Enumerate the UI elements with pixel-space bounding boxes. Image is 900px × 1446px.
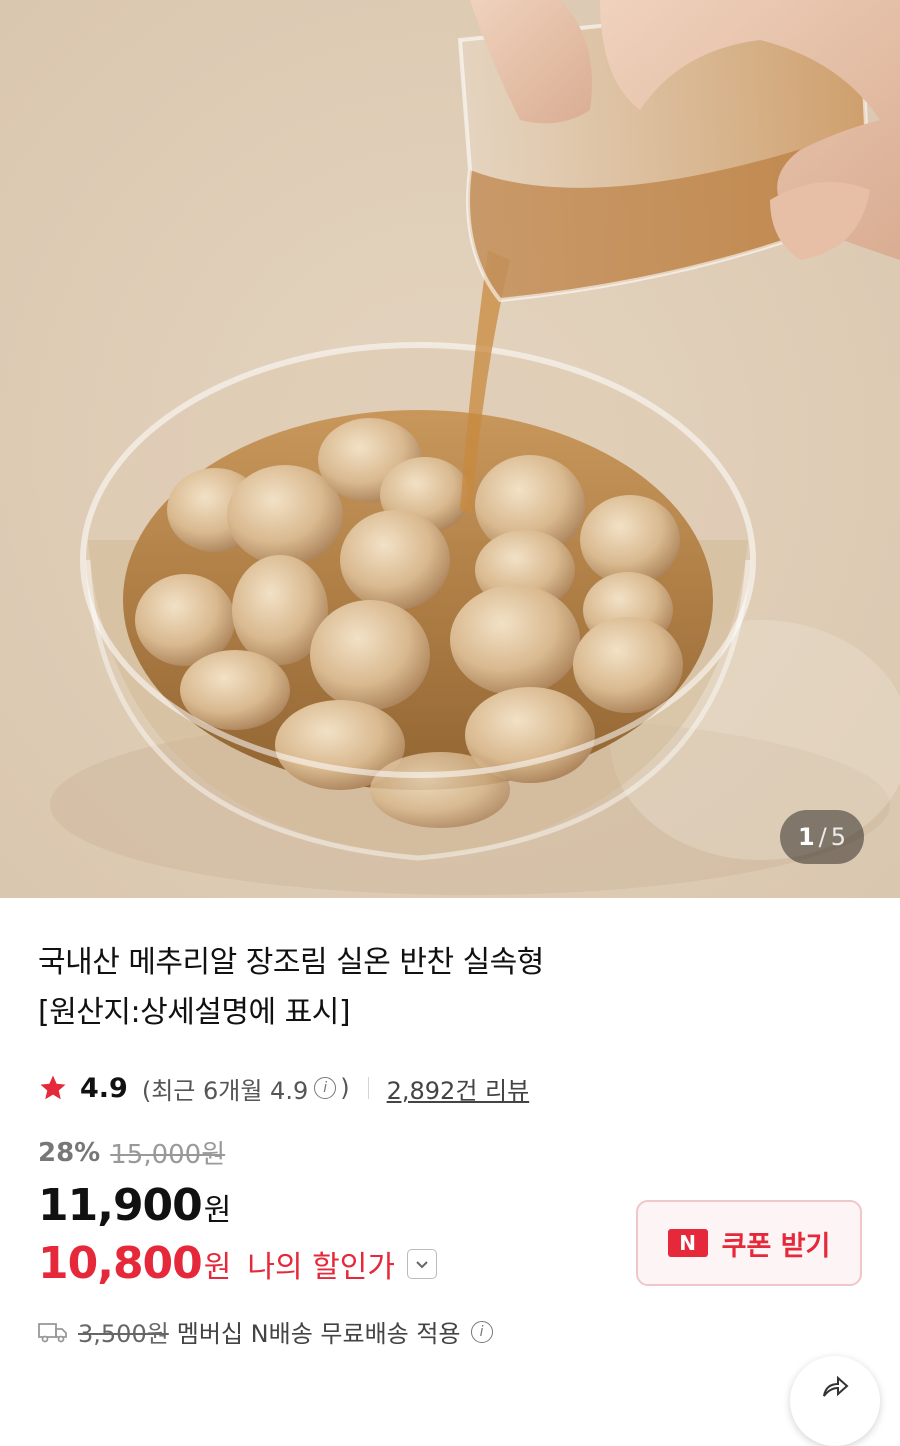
image-counter-separator: /	[818, 823, 827, 851]
my-price-value: 10,800	[38, 1238, 203, 1289]
shipping-info: 3,500원 멤버십 N배송 무료배송 적용 i	[38, 1314, 497, 1349]
product-photo	[0, 0, 900, 898]
image-counter: 1 / 5	[780, 810, 864, 864]
shipping-info-icon[interactable]: i	[470, 1320, 493, 1343]
sale-price: 11,900 원	[38, 1180, 231, 1231]
shipping-fee: 3,500원	[78, 1320, 169, 1348]
product-title: 국내산 메추리알 장조림 실온 반찬 실속형 [원산지:상세설명에 표시]	[38, 938, 738, 1038]
discount-rate: 28%	[38, 1137, 101, 1168]
image-counter-current: 1	[797, 823, 815, 851]
reviews-link[interactable]: 2,892건 리뷰	[387, 1071, 530, 1106]
share-icon	[823, 1375, 849, 1397]
discount-row: 28% 15,000원	[38, 1134, 225, 1171]
star-icon	[40, 1075, 66, 1100]
coupon-button-label: 쿠폰 받기	[721, 1230, 831, 1262]
shipping-text: 멤버십 N배송 무료배송 적용	[176, 1320, 461, 1348]
my-price-unit: 원	[203, 1249, 232, 1285]
recent-rating-close: )	[340, 1074, 350, 1102]
product-image[interactable]: 1 / 5	[0, 0, 900, 898]
rating-score: 4.9	[80, 1072, 128, 1104]
rating-row: 4.9 (최근 6개월 4.9 i ) 2,892건 리뷰	[38, 1066, 529, 1110]
recent-rating-text: (최근 6개월 4.9	[141, 1076, 309, 1105]
product-title-line2: [원산지:상세설명에 표시]	[38, 995, 351, 1030]
n-coupon-badge: N	[667, 1229, 708, 1257]
coupon-button[interactable]: N 쿠폰 받기	[636, 1200, 862, 1286]
chevron-down-icon[interactable]	[406, 1248, 437, 1279]
original-price: 15,000원	[110, 1140, 226, 1170]
share-button[interactable]	[790, 1356, 880, 1446]
sale-price-value: 11,900	[38, 1180, 203, 1231]
info-icon[interactable]: i	[314, 1077, 337, 1099]
product-title-line1: 국내산 메추리알 장조림 실온 반찬 실속형	[38, 945, 544, 980]
sale-price-unit: 원	[203, 1193, 232, 1228]
divider	[367, 1077, 369, 1099]
my-discount-price[interactable]: 10,800 원 나의 할인가	[38, 1238, 437, 1289]
my-price-label: 나의 할인가	[247, 1249, 395, 1285]
image-counter-total: 5	[830, 823, 847, 851]
truck-icon	[38, 1322, 67, 1342]
